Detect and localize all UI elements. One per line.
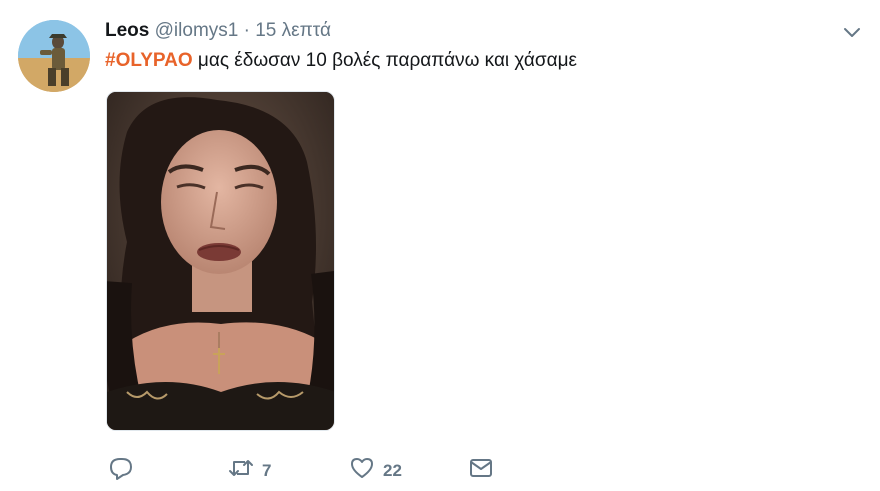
like-count: 22	[383, 460, 402, 480]
hashtag-link[interactable]: #OLYPAO	[105, 50, 193, 71]
avatar[interactable]	[18, 20, 90, 92]
tweet-actions: 7 22	[108, 455, 508, 481]
tweet-media-image[interactable]	[106, 91, 335, 431]
retweet-icon	[228, 455, 254, 486]
heart-icon	[349, 455, 375, 486]
tweet-body: μας έδωσαν 10 βολές παραπάνω και χάσαμε	[192, 50, 578, 71]
retweet-button[interactable]: 7	[228, 455, 271, 486]
author-handle[interactable]: @ilomys1	[155, 20, 239, 41]
tweet-text: #OLYPAO μας έδωσαν 10 βολές παραπάνω και…	[105, 48, 577, 74]
like-button[interactable]: 22	[349, 455, 402, 486]
envelope-icon	[468, 455, 494, 486]
timestamp[interactable]: 15 λεπτά	[255, 20, 331, 41]
retweet-count: 7	[262, 460, 272, 480]
reply-button[interactable]	[108, 455, 142, 486]
direct-message-button[interactable]	[468, 455, 494, 486]
tweet-header: Leos @ilomys1 · 15 λεπτά	[105, 19, 331, 43]
chevron-down-icon[interactable]	[842, 22, 862, 42]
separator-dot: ·	[243, 20, 250, 41]
author-name[interactable]: Leos	[105, 20, 149, 41]
reply-icon	[108, 455, 134, 486]
